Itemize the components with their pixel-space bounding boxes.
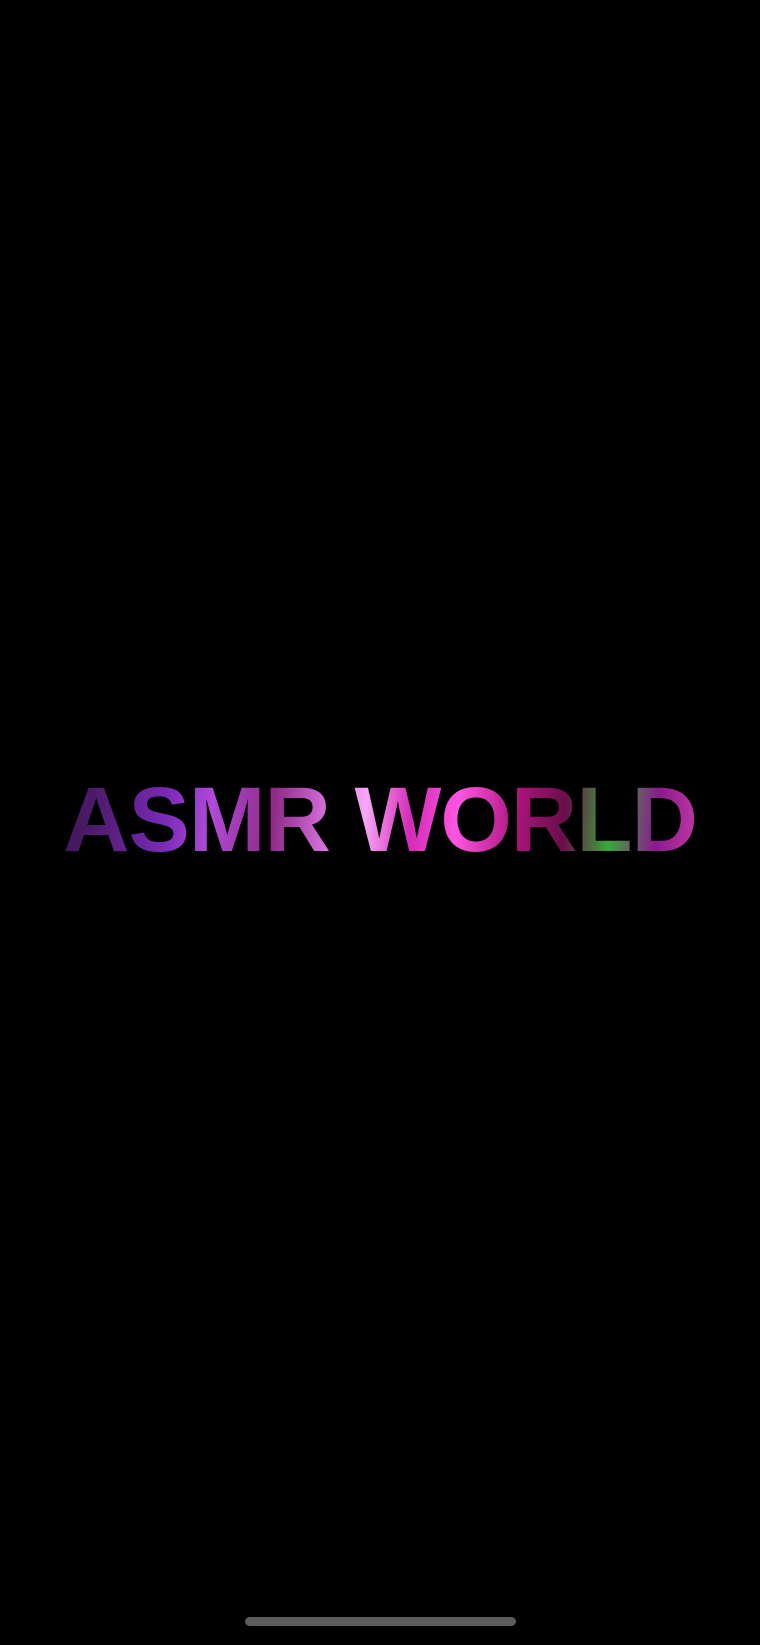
app-logo-wordmark: ASMR WORLD: [0, 770, 760, 870]
home-indicator[interactable]: [245, 1617, 516, 1626]
splash-screen: ASMR WORLD: [0, 0, 760, 1645]
